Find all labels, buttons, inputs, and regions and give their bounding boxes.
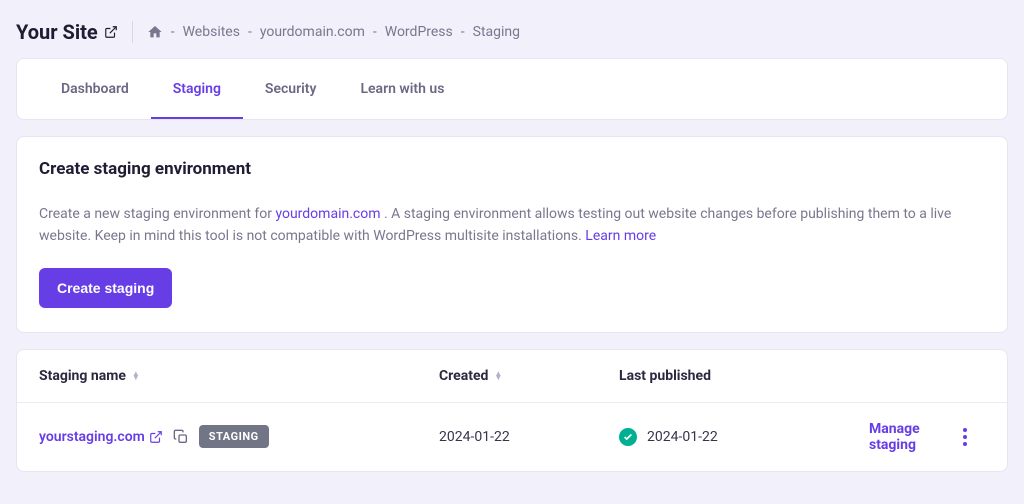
column-label: Created [439,368,488,384]
tabs-card: Dashboard Staging Security Learn with us [16,58,1008,120]
row-menu-button[interactable] [945,422,985,452]
breadcrumb-separator: - [171,24,175,40]
table-header-row: Staging name ▲▼ Created ▲▼ Last publishe… [17,350,1007,403]
staging-table-card: Staging name ▲▼ Created ▲▼ Last publishe… [16,349,1008,472]
learn-more-link[interactable]: Learn more [585,228,656,244]
published-date: 2024-01-22 [647,429,718,445]
kebab-dot [963,442,967,446]
check-circle-icon [619,428,637,446]
tab-learn[interactable]: Learn with us [338,59,466,119]
column-last-published: Last published [619,368,869,384]
breadcrumb-staging[interactable]: Staging [473,24,520,40]
cell-created: 2024-01-22 [439,429,619,445]
create-staging-button[interactable]: Create staging [39,268,172,308]
site-title-text: Your Site [16,20,98,44]
tab-dashboard[interactable]: Dashboard [39,59,151,119]
column-staging-name[interactable]: Staging name ▲▼ [39,368,439,384]
panel-title: Create staging environment [39,159,985,179]
breadcrumb-wordpress[interactable]: WordPress [385,24,453,40]
cell-name: yourstaging.com STAGING [39,425,439,448]
cell-published: 2024-01-22 [619,428,869,446]
create-staging-card: Create staging environment Create a new … [16,136,1008,333]
cell-action: Manage staging [869,421,945,453]
manage-staging-link[interactable]: Manage staging [869,421,920,453]
sort-icon: ▲▼ [494,372,502,380]
external-link-icon [104,25,118,39]
kebab-dot [963,435,967,439]
staging-domain-text: yourstaging.com [39,429,145,445]
tab-staging[interactable]: Staging [151,59,243,119]
breadcrumb-websites[interactable]: Websites [183,24,240,40]
breadcrumb: - Websites - yourdomain.com - WordPress … [147,24,520,40]
copy-icon[interactable] [173,429,189,445]
kebab-dot [963,428,967,432]
tab-security[interactable]: Security [243,59,339,119]
column-label: Last published [619,368,711,384]
site-title[interactable]: Your Site [16,20,118,44]
breadcrumb-separator: - [461,24,465,40]
desc-text-pre: Create a new staging environment for [39,206,275,222]
home-icon[interactable] [147,24,163,40]
breadcrumb-separator: - [248,24,252,40]
staging-domain-link[interactable]: yourstaging.com [39,429,163,445]
column-label: Staging name [39,368,126,384]
breadcrumb-separator: - [373,24,377,40]
staging-badge: STAGING [199,425,269,448]
breadcrumb-domain[interactable]: yourdomain.com [260,24,365,40]
tab-bar: Dashboard Staging Security Learn with us [17,59,1007,119]
column-created[interactable]: Created ▲▼ [439,368,619,384]
external-link-icon [149,430,163,444]
panel-description: Create a new staging environment for you… [39,203,985,248]
domain-link[interactable]: yourdomain.com [275,206,380,222]
create-staging-panel: Create staging environment Create a new … [17,137,1007,332]
sort-icon: ▲▼ [132,372,140,380]
header-divider [132,21,133,43]
page-header: Your Site - Websites - yourdomain.com - … [0,0,1024,58]
table-row: yourstaging.com STAGING 2024-01-22 2024-… [17,403,1007,471]
